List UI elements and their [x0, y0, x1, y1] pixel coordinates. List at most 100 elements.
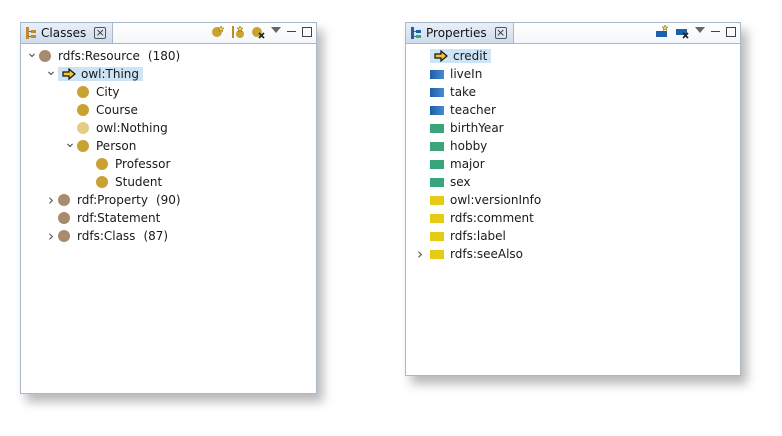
property-tree-item[interactable]: rdfs:label	[406, 227, 740, 245]
close-icon[interactable]: ×	[94, 27, 107, 39]
instance-count: (180)	[147, 49, 181, 63]
class-label: Course	[96, 103, 138, 117]
property-tree-item[interactable]: teacher	[406, 101, 740, 119]
class-icon	[58, 230, 70, 242]
class-tree: ⌄ rdfs:Resource (180) ⌄ owl:Thing City Course o…	[21, 44, 316, 245]
property-tree-item[interactable]: major	[406, 155, 740, 173]
class-tree-item[interactable]: › rdf:Property (90)	[21, 191, 316, 209]
property-tree-item[interactable]: › rdfs:seeAlso	[406, 245, 740, 263]
class-icon	[96, 158, 108, 170]
properties-view: Properties × credit liveIn take teacher birt…	[405, 22, 741, 376]
annotation-property-icon	[430, 195, 444, 205]
create-subclass-icon[interactable]	[211, 25, 225, 39]
minimize-icon[interactable]	[711, 27, 720, 32]
datatype-property-icon	[430, 141, 444, 151]
create-sibling-class-icon[interactable]	[231, 25, 245, 39]
minimize-icon[interactable]	[287, 27, 296, 32]
properties-titlebar: Properties ×	[406, 23, 740, 44]
object-property-icon	[430, 105, 444, 115]
chevron-right-icon[interactable]: ›	[44, 191, 58, 209]
selection-highlight: owl:Thing	[58, 67, 144, 81]
property-label: hobby	[450, 139, 488, 153]
selection-highlight: credit	[430, 49, 492, 63]
class-label: owl:Nothing	[96, 121, 168, 135]
tab-properties[interactable]: Properties ×	[406, 23, 514, 43]
tab-classes[interactable]: Classes ×	[21, 23, 114, 43]
class-label: rdfs:Class	[77, 229, 136, 243]
properties-toolbar	[655, 24, 736, 39]
property-label: take	[450, 85, 476, 99]
datatype-property-icon	[430, 123, 444, 133]
class-tree-item[interactable]: Course	[21, 101, 316, 119]
property-tree-item[interactable]: birthYear	[406, 119, 740, 137]
view-menu-icon[interactable]	[271, 27, 281, 33]
class-label: owl:Thing	[81, 67, 140, 81]
create-property-icon[interactable]	[655, 24, 669, 39]
property-label: sex	[450, 175, 471, 189]
property-tree-item[interactable]: credit	[406, 47, 740, 65]
selected-arrow-icon	[62, 67, 76, 81]
chevron-down-icon[interactable]: ⌄	[25, 44, 39, 62]
delete-class-icon[interactable]	[251, 25, 265, 39]
class-label: City	[96, 85, 120, 99]
class-label: rdf:Property	[77, 193, 148, 207]
class-icon	[58, 212, 70, 224]
class-tree-item[interactable]: ⌄ Person	[21, 134, 316, 155]
class-icon	[39, 50, 51, 62]
view-menu-icon[interactable]	[695, 27, 705, 33]
class-icon	[77, 86, 89, 98]
class-tree-item[interactable]: › rdfs:Class (87)	[21, 227, 316, 245]
class-label: Person	[96, 139, 137, 153]
annotation-property-icon	[430, 249, 444, 259]
property-label: rdfs:label	[450, 229, 506, 243]
class-icon	[77, 140, 89, 152]
class-tree-item[interactable]: Professor	[21, 155, 316, 173]
property-tree-item[interactable]: liveIn	[406, 65, 740, 83]
classes-view: Classes × ⌄ rdfs:Resource (180) ⌄ owl:Thing C…	[20, 22, 317, 394]
property-tree-item[interactable]: rdfs:comment	[406, 209, 740, 227]
property-label: owl:versionInfo	[450, 193, 542, 207]
property-tree-item[interactable]: take	[406, 83, 740, 101]
class-label: Professor	[115, 157, 171, 171]
property-label: credit	[453, 49, 488, 63]
close-icon[interactable]: ×	[494, 27, 507, 39]
chevron-down-icon[interactable]: ⌄	[63, 134, 77, 152]
class-icon	[77, 122, 89, 134]
maximize-icon[interactable]	[726, 27, 736, 37]
class-tree-item[interactable]: ⌄ owl:Thing	[21, 62, 316, 83]
property-label: major	[450, 157, 485, 171]
properties-tab-label: Properties	[426, 26, 487, 40]
object-property-icon	[430, 69, 444, 79]
object-property-icon	[430, 87, 444, 97]
property-tree-item[interactable]: owl:versionInfo	[406, 191, 740, 209]
classes-titlebar: Classes ×	[21, 23, 316, 44]
property-tree: credit liveIn take teacher birthYear hobby maj…	[406, 47, 740, 263]
property-label: rdfs:seeAlso	[450, 247, 524, 261]
classes-tab-label: Classes	[41, 26, 87, 40]
chevron-right-icon[interactable]: ›	[44, 227, 58, 245]
class-tree-item[interactable]: Student	[21, 173, 316, 191]
class-tree-item[interactable]: ⌄ rdfs:Resource (180)	[21, 44, 316, 65]
delete-property-icon[interactable]	[675, 25, 689, 39]
chevron-down-icon[interactable]: ⌄	[44, 62, 58, 80]
class-tree-item[interactable]: City	[21, 83, 316, 101]
property-hierarchy-icon	[410, 26, 422, 40]
property-tree-item[interactable]: hobby	[406, 137, 740, 155]
maximize-icon[interactable]	[302, 27, 312, 37]
property-tree-item[interactable]: sex	[406, 173, 740, 191]
instance-count: (90)	[155, 193, 181, 207]
annotation-property-icon	[430, 231, 444, 241]
class-icon	[96, 176, 108, 188]
chevron-right-icon[interactable]: ›	[410, 245, 430, 263]
class-tree-item[interactable]: rdf:Statement	[21, 209, 316, 227]
datatype-property-icon	[430, 159, 444, 169]
property-label: liveIn	[450, 67, 483, 81]
